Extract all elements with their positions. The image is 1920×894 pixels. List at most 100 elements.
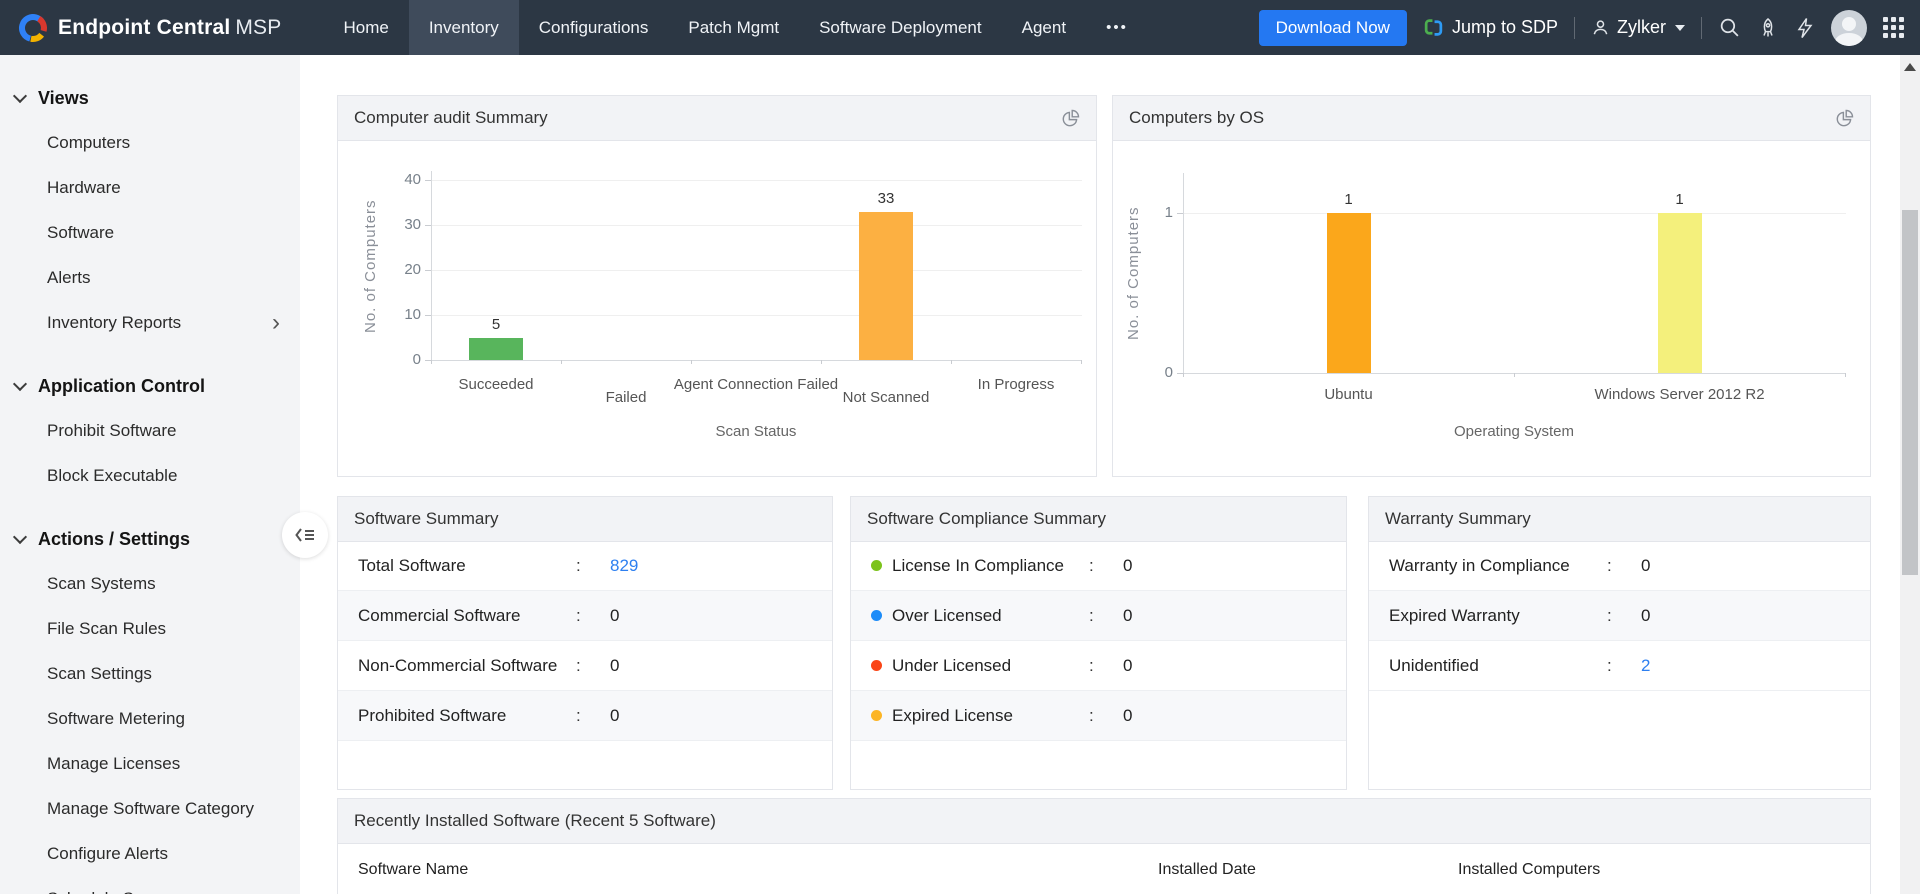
nav-item-software-deployment[interactable]: Software Deployment [799,0,1002,55]
rocket-icon[interactable] [1757,17,1779,39]
chart-bar-ubuntu[interactable] [1326,213,1371,373]
colon: : [576,655,581,675]
pie-chart-toggle-icon[interactable] [1061,109,1080,128]
apps-grid-icon[interactable] [1883,17,1904,38]
nav-item-agent[interactable]: Agent [1002,0,1086,55]
sidebar-item-configure-alerts[interactable]: Configure Alerts [0,831,300,876]
sidebar-item-block-executable[interactable]: Block Executable [0,453,300,498]
sidebar-item-alerts[interactable]: Alerts [0,255,300,300]
sidebar-section-header-application-control[interactable]: Application Control [0,364,300,408]
sidebar-item-software-metering[interactable]: Software Metering [0,696,300,741]
chart-bar-succeeded[interactable] [469,337,523,360]
sidebar-item-label: Manage Licenses [47,753,181,773]
bar-chart-scan-status: 0 10 20 30 40 5 Succeeded Failed Agent Connectio… [338,140,1096,476]
chevron-down-icon [12,376,28,392]
sidebar-item-software[interactable]: Software [0,210,300,255]
summary-label: Commercial Software [358,605,521,625]
x-category-label: Agent Connection Failed [673,376,839,393]
download-now-button[interactable]: Download Now [1258,9,1407,46]
summary-row-total-software: Total Software: 829 [338,541,832,591]
sidebar-item-computers[interactable]: Computers [0,120,300,165]
sidebar-item-scan-systems[interactable]: Scan Systems [0,561,300,606]
summary-row-non-commercial-software: Non-Commercial Software: 0 [338,641,832,691]
x-tick-mark [561,360,562,364]
sidebar-item-label: Manage Software Category [47,798,254,818]
sidebar-item-prohibit-software[interactable]: Prohibit Software [0,408,300,453]
jump-to-sdp[interactable]: Jump to SDP [1423,17,1558,38]
nav-more-button[interactable]: ••• [1086,0,1148,55]
sidebar-item-inventory-reports[interactable]: Inventory Reports › [0,300,300,345]
colon: : [576,705,581,725]
search-button[interactable] [1718,16,1741,39]
scroll-up-arrow[interactable] [1904,63,1916,71]
account-menu[interactable]: Zylker [1591,17,1685,38]
pie-chart-toggle-icon[interactable] [1835,109,1854,128]
sdp-icon [1423,17,1444,38]
lightning-icon[interactable] [1795,17,1815,39]
y-tick-mark [425,315,431,316]
summary-value: 0 [1123,605,1133,625]
summary-row-commercial-software: Commercial Software: 0 [338,591,832,641]
summary-row-over-licensed: Over Licensed: 0 [851,591,1346,641]
chevron-down-icon [12,529,28,545]
y-tick-mark [425,270,431,271]
summary-row-expired-license: Expired License: 0 [851,691,1346,741]
sidebar-item-label: Alerts [47,267,91,287]
nav-item-patch-mgmt[interactable]: Patch Mgmt [668,0,799,55]
column-header-installed-date: Installed Date [1158,861,1256,878]
colon: : [1607,605,1612,625]
table-header-row: Software Name Installed Date Installed Com… [338,843,1870,894]
column-header-installed-computers: Installed Computers [1458,861,1601,878]
summary-label: Prohibited Software [358,705,507,725]
section-title: Actions / Settings [38,528,191,549]
sidebar-item-label: Software [47,222,115,242]
vertical-scrollbar[interactable] [1900,55,1920,894]
sidebar-item-label: Schedule Scan [47,889,161,894]
y-tick-mark [1177,213,1183,214]
sidebar-section-actions-settings: Actions / Settings Scan Systems File Scan … [0,517,300,894]
brand-logo-icon [18,13,48,43]
sidebar-item-label: Prohibit Software [47,420,177,440]
summary-label: Expired Warranty [1389,605,1520,625]
gridline [432,270,1082,271]
top-navbar: Endpoint Central MSP Home Inventory Configu… [0,0,1920,55]
sidebar-item-scan-settings[interactable]: Scan Settings [0,651,300,696]
user-avatar[interactable] [1831,9,1867,46]
endpoint-central-app: Endpoint Central MSP Home Inventory Configu… [0,0,1920,894]
sidebar-collapse-button[interactable] [282,512,328,558]
y-axis-title: No. of Computers [1125,206,1142,340]
sidebar-item-schedule-scan[interactable]: Schedule Scan [0,876,300,894]
y-tick-mark [425,225,431,226]
card-title: Software Compliance Summary [867,509,1107,528]
summary-label: License In Compliance [892,555,1064,575]
colon: : [576,555,581,575]
sidebar-section-header-views[interactable]: Views [0,76,300,120]
summary-label: Unidentified [1389,655,1479,675]
summary-value: 0 [610,655,620,675]
status-dot [871,710,882,721]
chevron-right-icon: › [272,308,280,336]
sidebar-section-header-actions-settings[interactable]: Actions / Settings [0,517,300,561]
nav-item-home[interactable]: Home [323,0,408,55]
nav-item-configurations[interactable]: Configurations [519,0,669,55]
nav-item-inventory[interactable]: Inventory [408,0,519,55]
sidebar-item-hardware[interactable]: Hardware [0,165,300,210]
y-axis-title: No. of Computers [362,198,379,333]
colon: : [1089,655,1094,675]
chart-bar-not-scanned[interactable] [859,211,913,360]
sidebar-item-manage-software-category[interactable]: Manage Software Category [0,786,300,831]
sidebar-item-manage-licenses[interactable]: Manage Licenses [0,741,300,786]
x-category-label: Ubuntu [1324,386,1373,403]
brand[interactable]: Endpoint Central MSP [0,13,281,43]
summary-label: Over Licensed [892,605,1002,625]
colon: : [1607,655,1612,675]
summary-value-link[interactable]: 2 [1641,656,1650,676]
person-icon [1591,18,1610,37]
sidebar-item-file-scan-rules[interactable]: File Scan Rules [0,606,300,651]
chart-bar-windows-server-2012-r2[interactable] [1657,213,1702,373]
sidebar-item-label: Configure Alerts [47,843,168,863]
scrollbar-thumb[interactable] [1902,210,1918,575]
warranty-summary-card: Warranty Summary Warranty in Compliance:… [1368,496,1871,790]
summary-value-link[interactable]: 829 [610,556,638,576]
sidebar-item-label: Hardware [47,177,121,197]
